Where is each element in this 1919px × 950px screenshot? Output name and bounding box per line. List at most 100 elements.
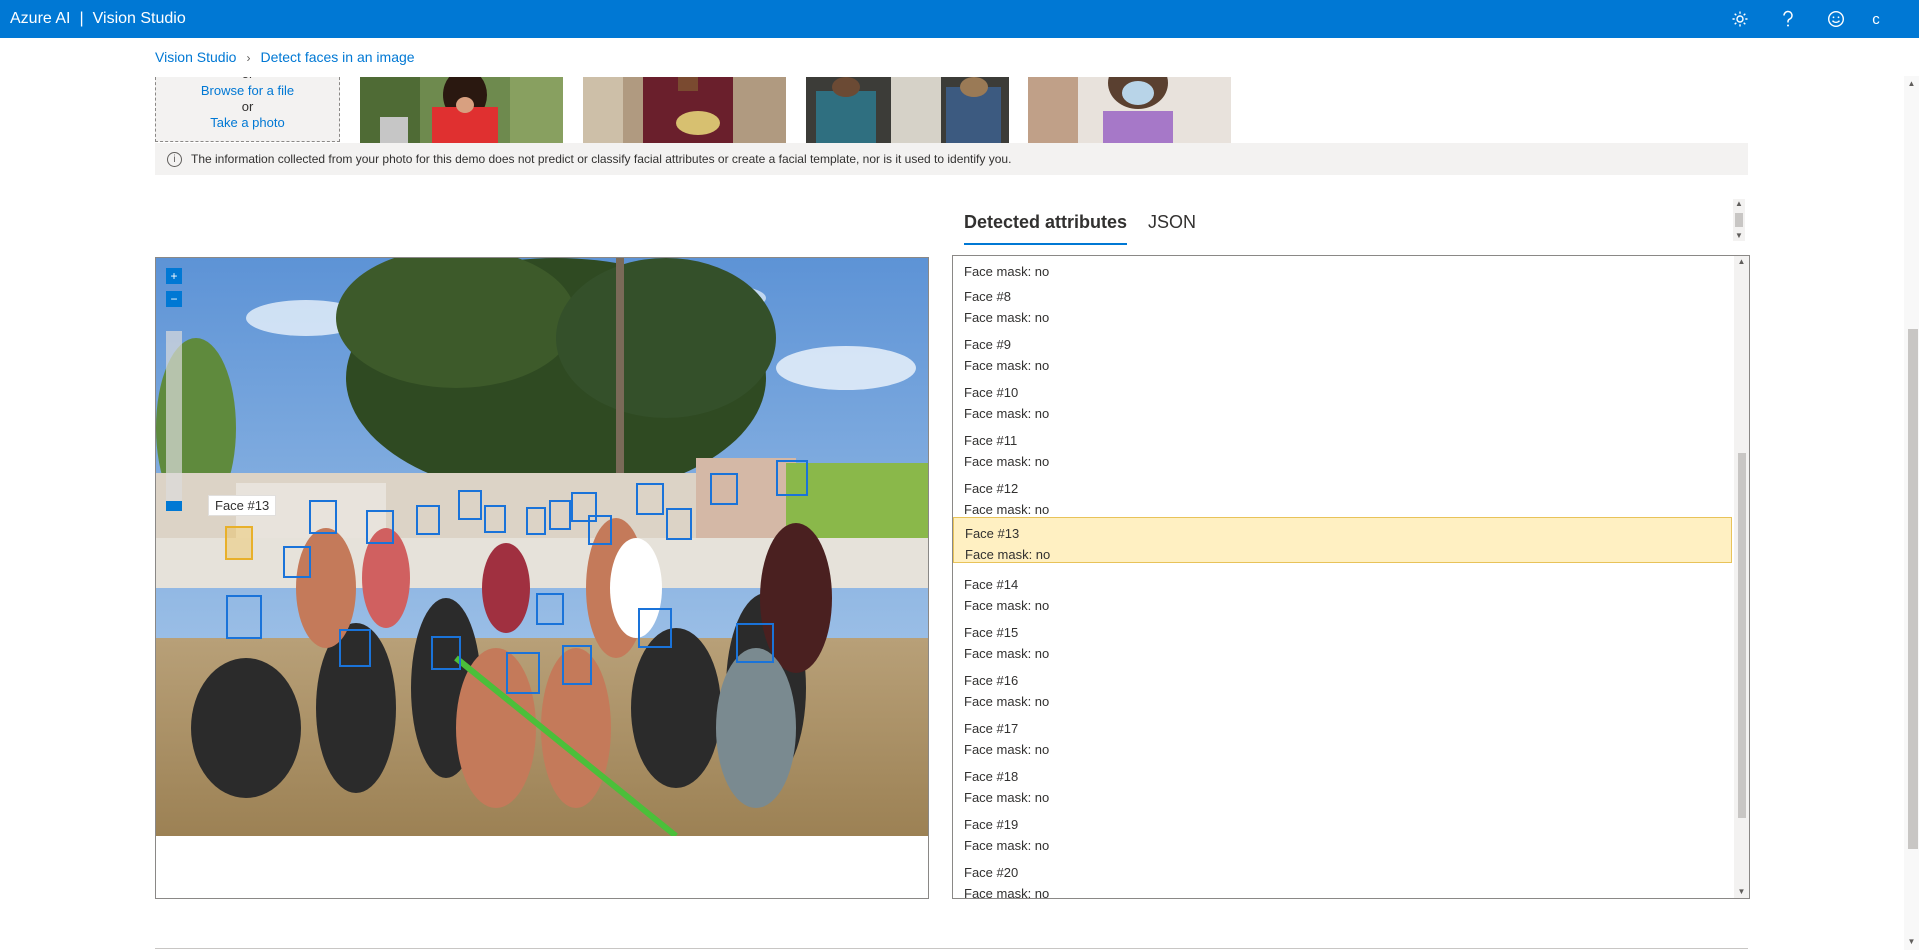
face-label: Face #10 [964, 385, 1019, 400]
face-mask-value: Face mask: no [964, 838, 1050, 853]
user-avatar[interactable]: c [1860, 0, 1892, 38]
face-box[interactable] [431, 636, 461, 670]
or-text: or [241, 99, 254, 114]
face-box[interactable] [776, 460, 808, 496]
face-list-item[interactable]: Face #18 Face mask: no [953, 761, 1732, 807]
sample-image-thumbnail[interactable] [806, 77, 1009, 143]
breadcrumb-home-link[interactable]: Vision Studio [155, 49, 236, 65]
face-mask-value: Face mask: no [964, 598, 1050, 613]
chevron-right-icon: › [246, 51, 251, 65]
face-box[interactable] [309, 500, 337, 534]
face-mask-value: Face mask: no [964, 406, 1050, 421]
take-photo-link[interactable]: Take a photo [156, 115, 339, 130]
face-label: Face #14 [964, 577, 1019, 592]
face-box[interactable] [666, 508, 692, 540]
face-mask-value: Face mask: no [964, 358, 1050, 373]
sample-image-thumbnail[interactable] [360, 77, 563, 143]
face-list-item[interactable]: Face #10 Face mask: no [953, 377, 1732, 423]
image-viewer: + − Face #13 [155, 257, 929, 899]
brand-separator: | [79, 10, 84, 27]
zoom-slider-track[interactable] [166, 331, 182, 511]
scroll-up-arrow-icon[interactable]: ▲ [1734, 256, 1749, 268]
face-box[interactable] [458, 490, 482, 520]
sample-image-thumbnail[interactable] [583, 77, 786, 143]
face-label: Face #17 [964, 721, 1019, 736]
zoom-slider-handle[interactable] [166, 501, 182, 511]
tab-detected-attributes[interactable]: Detected attributes [964, 205, 1128, 245]
brand-secondary: Vision Studio [92, 10, 186, 27]
face-label: Face #18 [964, 769, 1019, 784]
face-box[interactable] [283, 546, 311, 578]
face-mask-value: Face mask: no [964, 646, 1050, 661]
face-box[interactable] [638, 608, 672, 648]
face-box[interactable] [484, 505, 506, 533]
face-box[interactable] [636, 483, 664, 515]
scroll-up-arrow-icon[interactable]: ▲ [1904, 78, 1919, 90]
face-list-item[interactable]: Face #15 Face mask: no [953, 617, 1732, 663]
face-box[interactable] [226, 595, 262, 639]
face-list-item[interactable]: Face #20 Face mask: no [953, 857, 1732, 899]
face-box[interactable] [339, 629, 371, 667]
sample-image-thumbnail[interactable] [1028, 77, 1231, 143]
face-box[interactable] [366, 510, 394, 544]
face-label: Face #11 [964, 433, 1018, 448]
scroll-down-arrow-icon[interactable]: ▼ [1734, 886, 1749, 898]
face-label: Face #15 [964, 625, 1019, 640]
scroll-down-arrow-icon[interactable]: ▼ [1733, 231, 1745, 241]
face-box[interactable] [416, 505, 440, 535]
privacy-info-text: The information collected from your phot… [191, 152, 1012, 166]
face-box[interactable] [562, 645, 592, 685]
breadcrumb-current[interactable]: Detect faces in an image [260, 49, 414, 65]
face-label: Face #12 [964, 481, 1019, 496]
upload-dropzone[interactable]: or Browse for a file or Take a photo [155, 77, 340, 142]
group-photo [156, 258, 928, 836]
zoom-in-button[interactable]: + [166, 268, 182, 284]
or-text-top: or [156, 77, 339, 81]
tabs-scrollbar[interactable]: ▲ ▼ [1733, 199, 1745, 241]
list-scrollbar-thumb[interactable] [1738, 453, 1746, 818]
scroll-down-arrow-icon[interactable]: ▼ [1904, 936, 1919, 948]
face-list-item[interactable]: Face #19 Face mask: no [953, 809, 1732, 855]
info-icon: i [167, 152, 182, 167]
face-label: Face #13 [965, 526, 1020, 541]
face-box[interactable] [710, 473, 738, 505]
help-icon[interactable] [1772, 0, 1804, 38]
face-box[interactable] [536, 593, 564, 625]
face-mask-value: Face mask: no [964, 264, 1050, 279]
face-list-item[interactable]: Face #12 Face mask: no [953, 473, 1732, 519]
divider [155, 948, 1748, 949]
face-box-selected[interactable] [225, 526, 253, 560]
face-box[interactable] [588, 515, 612, 545]
face-box[interactable] [526, 507, 546, 535]
face-list-item[interactable]: Face #8 Face mask: no [953, 281, 1732, 327]
face-list-item[interactable]: Face #14 Face mask: no [953, 569, 1732, 615]
face-label: Face #9 [964, 337, 1011, 352]
brand[interactable]: Azure AI | Vision Studio [10, 0, 186, 38]
page-scrollbar[interactable]: ▲ ▼ [1904, 76, 1919, 950]
face-box[interactable] [736, 623, 774, 663]
face-mask-value: Face mask: no [965, 547, 1051, 562]
face-mask-value: Face mask: no [964, 310, 1050, 325]
scrollbar-thumb[interactable] [1735, 213, 1743, 227]
face-list-item[interactable]: Face mask: no [953, 256, 1732, 281]
page-scrollbar-thumb[interactable] [1908, 329, 1918, 849]
browse-file-link[interactable]: Browse for a file [156, 83, 339, 98]
smiley-feedback-icon[interactable] [1820, 0, 1852, 38]
face-box[interactable] [506, 652, 540, 694]
face-mask-value: Face mask: no [964, 886, 1050, 899]
face-list-item[interactable]: Face #11 Face mask: no [953, 425, 1732, 471]
tab-json[interactable]: JSON [1148, 205, 1196, 243]
list-scrollbar[interactable]: ▲ ▼ [1734, 256, 1749, 898]
face-mask-value: Face mask: no [964, 694, 1050, 709]
brand-primary: Azure AI [10, 10, 71, 27]
face-list-item[interactable]: Face #9 Face mask: no [953, 329, 1732, 375]
face-list-item-selected[interactable]: Face #13 Face mask: no [953, 517, 1732, 563]
face-mask-value: Face mask: no [964, 790, 1050, 805]
face-list-item[interactable]: Face #16 Face mask: no [953, 665, 1732, 711]
zoom-out-button[interactable]: − [166, 291, 182, 307]
face-list-item[interactable]: Face #17 Face mask: no [953, 713, 1732, 759]
face-box[interactable] [549, 500, 571, 530]
gear-icon[interactable] [1724, 0, 1756, 38]
face-tooltip: Face #13 [208, 495, 277, 516]
scroll-up-arrow-icon[interactable]: ▲ [1733, 199, 1745, 209]
